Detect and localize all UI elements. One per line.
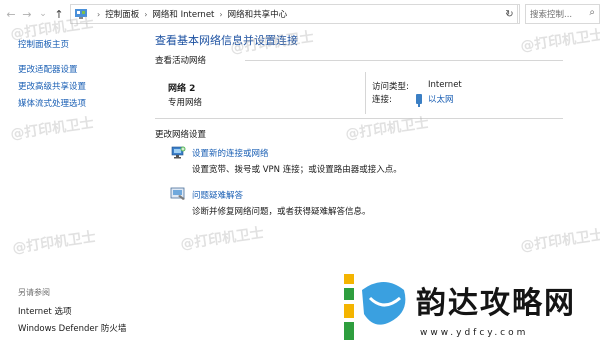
breadcrumb-network-sharing-center[interactable]: 网络和共享中心 [228,8,288,20]
up-arrow-icon[interactable]: ↑ [52,6,66,22]
see-also-heading: 另请参阅 [18,288,50,297]
watermark-text: @打印机卫士 [519,227,600,255]
back-arrow-icon[interactable]: ← [4,6,18,22]
control-panel-icon [75,9,87,19]
ethernet-connection-link[interactable]: 以太网 [416,93,454,107]
sidebar-item-change-adapter[interactable]: 更改适配器设置 [18,63,78,75]
troubleshoot-problems-description: 诊断并修复网络问题，或者获得疑难解答信息。 [192,207,371,217]
search-icon[interactable]: ⌕ [589,7,595,18]
site-logo-text: 韵达攻略网 [416,286,576,321]
divider-vertical [365,72,366,114]
active-networks-heading: 查看活动网络 [155,56,207,66]
see-also-defender-firewall[interactable]: Windows Defender 防火墙 [18,322,126,334]
troubleshoot-problems-link[interactable]: 问题疑难解答 [192,189,243,201]
watermark-text: @打印机卫士 [9,115,95,143]
change-settings-heading: 更改网络设置 [155,130,207,140]
sidebar-item-advanced-sharing[interactable]: 更改高级共享设置 [18,80,86,92]
ethernet-plug-icon [416,94,422,107]
network-setup-icon [171,146,186,159]
connections-label: 连接: [372,95,392,105]
access-type-label: 访问类型: [372,82,409,92]
watermark-text: @打印机卫士 [519,27,600,55]
search-input[interactable]: 搜索控制... ⌕ [525,4,600,24]
setup-new-connection-description: 设置宽带、拨号或 VPN 连接；或设置路由器或接入点。 [192,165,402,175]
ethernet-connection-label: 以太网 [428,95,454,105]
refresh-button[interactable]: ↻ [500,4,520,24]
breadcrumb-control-panel[interactable]: 控制面板 [105,8,139,20]
divider [245,60,563,61]
network-name: 网络 2 [168,84,196,94]
search-placeholder: 搜索控制... [530,10,573,20]
breadcrumb-separator-icon: › [97,9,101,19]
site-logo-url: www.ydfcy.com [420,328,529,338]
breadcrumb-separator-icon: › [219,9,223,19]
watermark-text: @打印机卫士 [179,225,265,253]
recent-locations-chevron-icon[interactable]: ⌄ [36,6,50,22]
address-toolbar: ← → ⌄ ↑ › 控制面板 › 网络和 Internet › 网络和共享中心 … [0,0,600,28]
see-also-internet-options[interactable]: Internet 选项 [18,305,71,317]
page-title: 查看基本网络信息并设置连接 [155,34,298,47]
access-type-value: Internet [428,80,462,90]
sidebar-item-media-streaming[interactable]: 媒体流式处理选项 [18,97,86,109]
setup-new-connection-link[interactable]: 设置新的连接或网络 [192,147,269,159]
site-logo-mark-icon [344,274,406,340]
breadcrumb-network-internet[interactable]: 网络和 Internet [152,8,214,20]
troubleshoot-icon [170,187,185,200]
watermark-text: @打印机卫士 [344,115,430,143]
breadcrumb-separator-icon: › [144,9,148,19]
site-logo: 韵达攻略网 www.ydfcy.com [340,268,600,346]
sidebar-item-control-panel-home[interactable]: 控制面板主页 [18,38,69,50]
forward-arrow-icon[interactable]: → [20,6,34,22]
watermark-text: @打印机卫士 [11,229,97,257]
divider [155,118,563,119]
address-bar[interactable]: › 控制面板 › 网络和 Internet › 网络和共享中心 ⌄ [70,4,518,24]
network-category: 专用网络 [168,98,203,108]
